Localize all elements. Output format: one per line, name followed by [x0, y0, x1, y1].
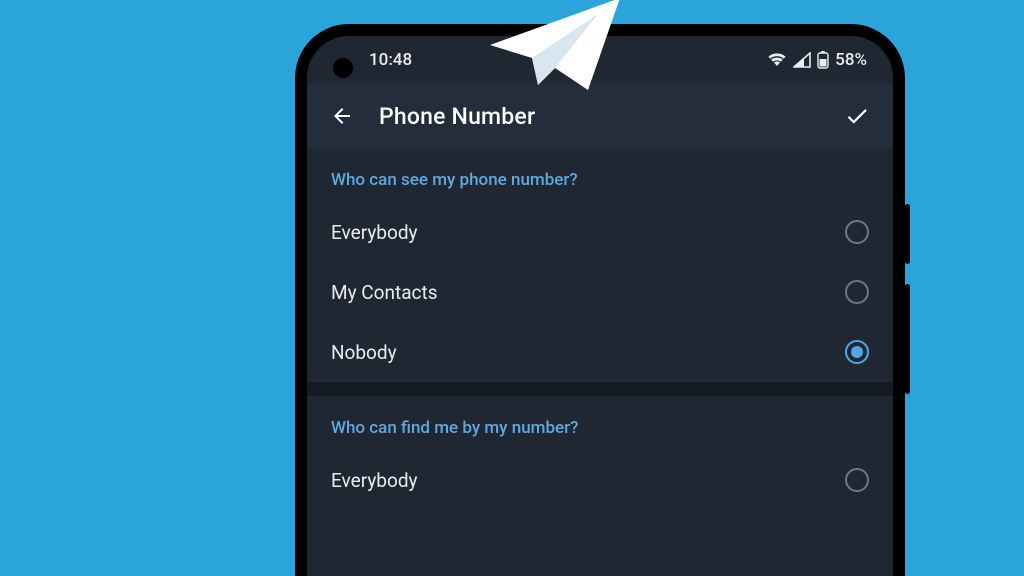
section-divider	[307, 382, 893, 396]
battery-percent: 58%	[835, 50, 867, 70]
confirm-button[interactable]	[843, 102, 871, 130]
option-label: Everybody	[331, 469, 418, 492]
option-everybody[interactable]: Everybody	[307, 202, 893, 262]
option-everybody-find[interactable]: Everybody	[307, 450, 893, 510]
back-button[interactable]	[329, 103, 355, 129]
option-label: Everybody	[331, 221, 418, 244]
phone-side-button	[905, 284, 910, 394]
radio-icon	[845, 220, 869, 244]
wifi-icon	[767, 52, 787, 68]
status-time: 10:48	[369, 50, 412, 70]
option-label: My Contacts	[331, 281, 438, 304]
option-nobody[interactable]: Nobody	[307, 322, 893, 382]
camera-punch-hole	[333, 58, 353, 78]
option-label: Nobody	[331, 341, 397, 364]
section-title-visibility: Who can see my phone number?	[307, 148, 893, 202]
option-my-contacts[interactable]: My Contacts	[307, 262, 893, 322]
page-title: Phone Number	[379, 103, 843, 130]
section-title-find: Who can find me by my number?	[307, 396, 893, 450]
radio-icon	[845, 280, 869, 304]
phone-side-button	[905, 204, 910, 264]
radio-icon	[845, 340, 869, 364]
radio-icon	[845, 468, 869, 492]
battery-icon	[817, 51, 829, 69]
signal-icon	[793, 52, 811, 68]
phone-screen: 10:48 58% Phone	[307, 36, 893, 576]
phone-frame: 10:48 58% Phone	[295, 24, 905, 576]
telegram-logo-icon	[480, 0, 630, 100]
